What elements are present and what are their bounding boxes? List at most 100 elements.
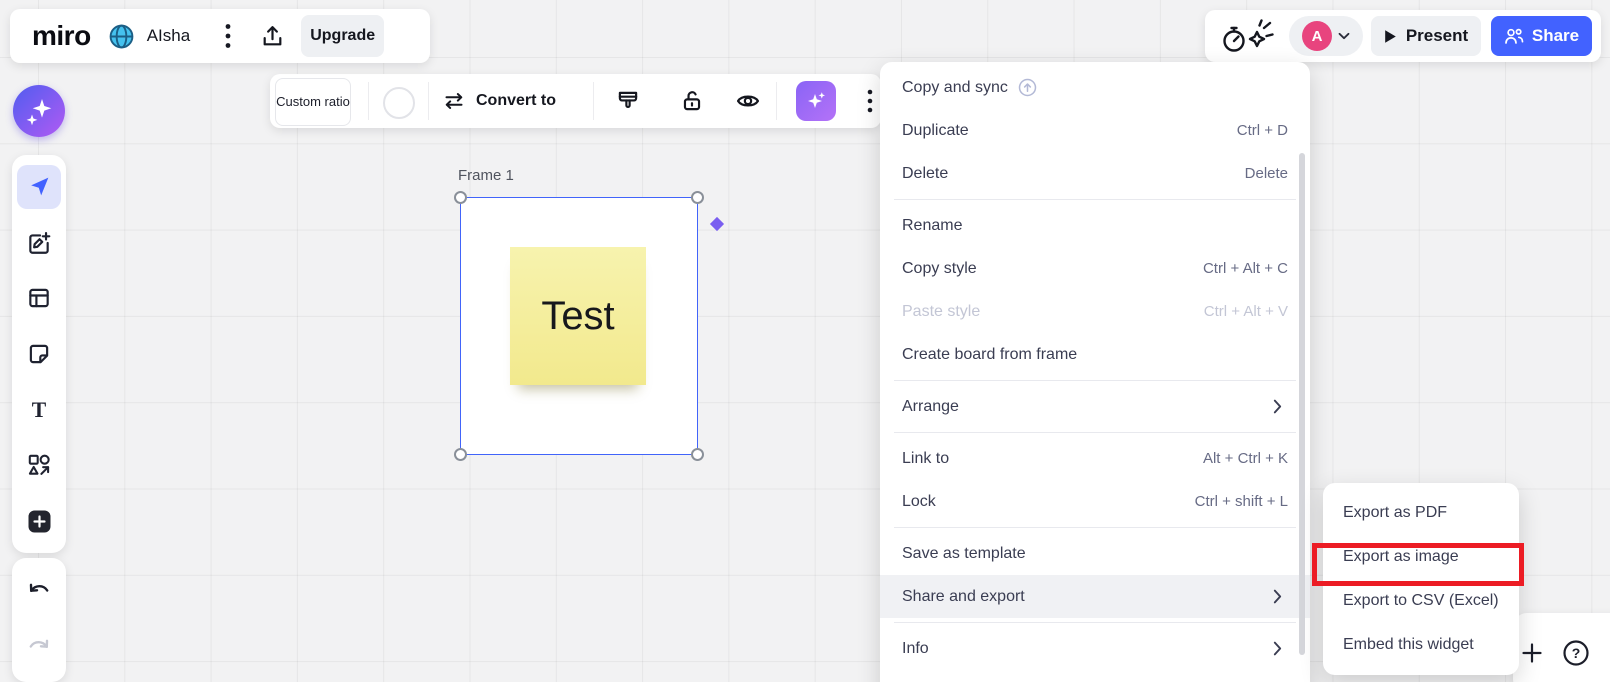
menu-item-label: Info: [902, 639, 929, 657]
menu-item-rename[interactable]: Rename: [880, 204, 1310, 247]
menu-item-shortcut: Ctrl + Alt + V: [1203, 303, 1288, 320]
menu-divider: [894, 199, 1296, 200]
resize-handle-sw[interactable]: [454, 448, 467, 461]
menu-item-duplicate[interactable]: Duplicate Ctrl + D: [880, 109, 1310, 152]
frame-title[interactable]: Frame 1: [458, 167, 514, 184]
chevron-right-icon: [1273, 589, 1282, 604]
board-title[interactable]: AIsha: [147, 26, 190, 46]
menu-item-lock[interactable]: Lock Ctrl + shift + L: [880, 480, 1310, 523]
app-header-right: A Present Share: [1205, 10, 1601, 62]
menu-item-shortcut: Ctrl + shift + L: [1194, 493, 1288, 510]
menu-item-label: Lock: [902, 492, 936, 510]
undo-button[interactable]: [17, 570, 61, 614]
share-button[interactable]: Share: [1491, 16, 1592, 56]
menu-item-create-board-from-frame[interactable]: Create board from frame: [880, 333, 1310, 376]
kebab-menu-icon[interactable]: [225, 23, 231, 49]
share-export-submenu: Export as PDF Export as image Export to …: [1323, 483, 1519, 675]
present-button[interactable]: Present: [1371, 16, 1481, 56]
menu-item-link-to[interactable]: Link to Alt + Ctrl + K: [880, 437, 1310, 480]
menu-item-delete[interactable]: Delete Delete: [880, 152, 1310, 195]
share-label: Share: [1531, 26, 1580, 45]
menu-item-save-as-template[interactable]: Save as template: [880, 532, 1310, 575]
menu-item-arrange[interactable]: Arrange: [880, 385, 1310, 428]
submenu-item-export-as-image[interactable]: Export as image: [1323, 535, 1519, 579]
menu-item-label: Rename: [902, 216, 963, 234]
tool-sticky-note[interactable]: [17, 332, 61, 376]
present-label: Present: [1405, 26, 1469, 45]
sticky-note[interactable]: Test: [510, 247, 646, 385]
svg-text:T: T: [32, 398, 47, 422]
toolbar-kebab-icon[interactable]: [867, 89, 873, 118]
frame-ratio-button[interactable]: Custom ratio: [275, 78, 351, 126]
swap-arrows-icon: [442, 89, 466, 113]
menu-item-label: Duplicate: [902, 121, 969, 139]
stopwatch-doodle-icon[interactable]: [1221, 16, 1275, 56]
submenu-item-label: Embed this widget: [1343, 636, 1474, 653]
tool-frames[interactable]: [17, 276, 61, 320]
submenu-item-export-to-csv[interactable]: Export to CSV (Excel): [1323, 579, 1519, 623]
miro-logo: miro: [32, 20, 91, 51]
convert-to-label: Convert to: [476, 92, 556, 109]
svg-text:?: ?: [1572, 645, 1581, 661]
ai-assistant-button[interactable]: [13, 85, 65, 137]
paint-style-icon[interactable]: [615, 88, 641, 119]
export-board-icon[interactable]: [260, 24, 285, 49]
sparkle-icon: [23, 95, 55, 127]
menu-item-label: Create board from frame: [902, 345, 1078, 363]
tool-templates[interactable]: [17, 221, 61, 265]
tool-more[interactable]: [17, 499, 61, 543]
unlock-icon[interactable]: [679, 88, 705, 119]
divider: [428, 82, 429, 120]
upgrade-button[interactable]: Upgrade: [301, 15, 385, 57]
menu-divider: [894, 432, 1296, 433]
menu-item-label: Arrange: [902, 397, 959, 415]
tool-sidebar: T: [12, 155, 66, 553]
globe-icon: [108, 23, 135, 50]
history-sidebar: [12, 558, 66, 682]
account-menu[interactable]: A: [1289, 16, 1363, 56]
divider: [776, 82, 777, 120]
submenu-item-label: Export to CSV (Excel): [1343, 592, 1499, 609]
submenu-item-embed-this-widget[interactable]: Embed this widget: [1323, 623, 1519, 667]
menu-item-paste-style: Paste style Ctrl + Alt + V: [880, 290, 1310, 333]
menu-divider: [894, 380, 1296, 381]
menu-item-label: Link to: [902, 449, 950, 467]
bottom-right-toolbar: ?: [1513, 613, 1610, 682]
menu-scrollbar[interactable]: [1299, 153, 1305, 655]
ai-sparkle-button[interactable]: [796, 81, 836, 121]
menu-item-label: Save as template: [902, 544, 1026, 562]
resize-handle-nw[interactable]: [454, 191, 467, 204]
divider: [368, 82, 369, 120]
people-icon: [1504, 27, 1524, 45]
divider: [593, 82, 594, 120]
menu-item-share-and-export[interactable]: Share and export: [880, 575, 1310, 618]
submenu-item-label: Export as image: [1343, 548, 1459, 565]
menu-item-label: Paste style: [902, 302, 981, 320]
convert-to-button[interactable]: Convert to: [442, 74, 556, 128]
menu-item-copy-and-sync[interactable]: Copy and sync: [880, 66, 1310, 109]
tool-text[interactable]: T: [17, 388, 61, 432]
hide-eye-icon[interactable]: [735, 88, 761, 119]
tool-select[interactable]: [17, 164, 61, 209]
menu-item-shortcut: Alt + Ctrl + K: [1202, 450, 1288, 467]
menu-item-info[interactable]: Info: [880, 627, 1310, 670]
frame-context-menu: Copy and sync Duplicate Ctrl + D Delete …: [880, 62, 1310, 682]
avatar: A: [1302, 21, 1332, 51]
menu-item-shortcut: Ctrl + D: [1236, 122, 1288, 139]
tool-shapes[interactable]: [17, 443, 61, 487]
menu-item-label: Copy style: [902, 259, 977, 277]
menu-divider: [894, 622, 1296, 623]
menu-item-copy-style[interactable]: Copy style Ctrl + Alt + C: [880, 247, 1310, 290]
menu-divider: [894, 527, 1296, 528]
resize-handle-se[interactable]: [691, 448, 704, 461]
connector-handle[interactable]: [709, 216, 725, 232]
color-swatch-button[interactable]: [383, 87, 415, 119]
redo-button[interactable]: [17, 626, 61, 670]
resize-handle-ne[interactable]: [691, 191, 704, 204]
submenu-item-export-as-pdf[interactable]: Export as PDF: [1323, 491, 1519, 535]
menu-item-label: Copy and sync: [902, 78, 1008, 96]
miro-board-canvas[interactable]: miro AIsha Upgrade A Present Share T Cus…: [0, 0, 1610, 682]
app-header-left: miro AIsha Upgrade: [10, 9, 430, 63]
plus-icon[interactable]: [1520, 641, 1544, 665]
question-mark-icon[interactable]: ?: [1562, 639, 1590, 667]
